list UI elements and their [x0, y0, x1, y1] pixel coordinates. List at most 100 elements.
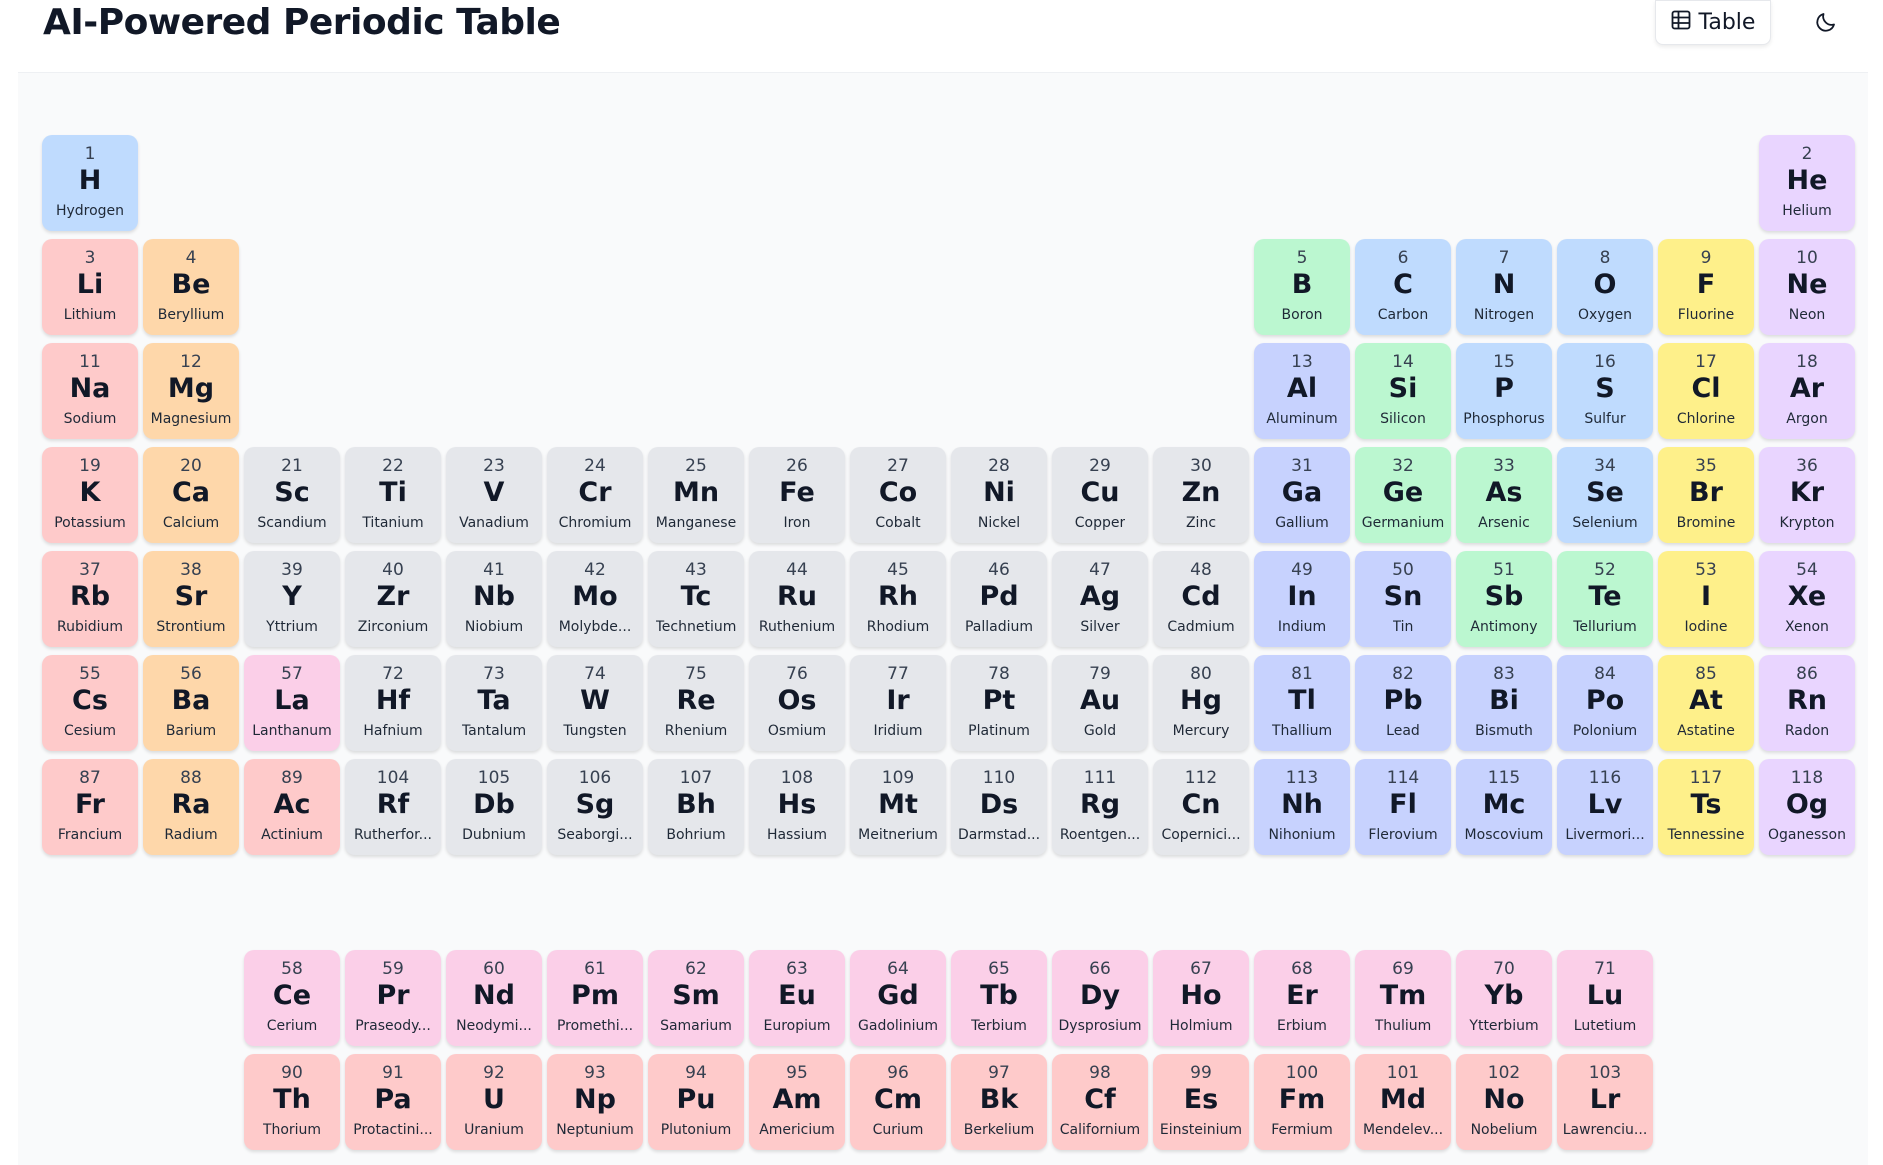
element-tile-er[interactable]: 68 Er Erbium — [1254, 950, 1350, 1046]
element-tile-f[interactable]: 9 F Fluorine — [1658, 239, 1754, 335]
element-tile-sg[interactable]: 106 Sg Seaborgi... — [547, 759, 643, 855]
element-tile-tm[interactable]: 69 Tm Thulium — [1355, 950, 1451, 1046]
element-tile-se[interactable]: 34 Se Selenium — [1557, 447, 1653, 543]
element-tile-k[interactable]: 19 K Potassium — [42, 447, 138, 543]
element-tile-lu[interactable]: 71 Lu Lutetium — [1557, 950, 1653, 1046]
element-tile-ho[interactable]: 67 Ho Holmium — [1153, 950, 1249, 1046]
element-tile-hg[interactable]: 80 Hg Mercury — [1153, 655, 1249, 751]
element-tile-na[interactable]: 11 Na Sodium — [42, 343, 138, 439]
element-tile-co[interactable]: 27 Co Cobalt — [850, 447, 946, 543]
element-tile-ag[interactable]: 47 Ag Silver — [1052, 551, 1148, 647]
element-tile-nd[interactable]: 60 Nd Neodymi... — [446, 950, 542, 1046]
element-tile-he[interactable]: 2 He Helium — [1759, 135, 1855, 231]
element-tile-os[interactable]: 76 Os Osmium — [749, 655, 845, 751]
element-tile-ne[interactable]: 10 Ne Neon — [1759, 239, 1855, 335]
element-tile-ir[interactable]: 77 Ir Iridium — [850, 655, 946, 751]
element-tile-zn[interactable]: 30 Zn Zinc — [1153, 447, 1249, 543]
element-tile-ni[interactable]: 28 Ni Nickel — [951, 447, 1047, 543]
element-tile-pd[interactable]: 46 Pd Palladium — [951, 551, 1047, 647]
element-tile-db[interactable]: 105 Db Dubnium — [446, 759, 542, 855]
element-tile-br[interactable]: 35 Br Bromine — [1658, 447, 1754, 543]
element-tile-pu[interactable]: 94 Pu Plutonium — [648, 1054, 744, 1150]
element-tile-c[interactable]: 6 C Carbon — [1355, 239, 1451, 335]
element-tile-cf[interactable]: 98 Cf Californium — [1052, 1054, 1148, 1150]
element-tile-pa[interactable]: 91 Pa Protactini... — [345, 1054, 441, 1150]
element-tile-nh[interactable]: 113 Nh Nihonium — [1254, 759, 1350, 855]
element-tile-cn[interactable]: 112 Cn Copernici... — [1153, 759, 1249, 855]
element-tile-be[interactable]: 4 Be Beryllium — [143, 239, 239, 335]
element-tile-kr[interactable]: 36 Kr Krypton — [1759, 447, 1855, 543]
element-tile-y[interactable]: 39 Y Yttrium — [244, 551, 340, 647]
element-tile-fr[interactable]: 87 Fr Francium — [42, 759, 138, 855]
element-tile-am[interactable]: 95 Am Americium — [749, 1054, 845, 1150]
element-tile-s[interactable]: 16 S Sulfur — [1557, 343, 1653, 439]
element-tile-v[interactable]: 23 V Vanadium — [446, 447, 542, 543]
element-tile-mc[interactable]: 115 Mc Moscovium — [1456, 759, 1552, 855]
element-tile-mo[interactable]: 42 Mo Molybde... — [547, 551, 643, 647]
element-tile-p[interactable]: 15 P Phosphorus — [1456, 343, 1552, 439]
element-tile-lv[interactable]: 116 Lv Livermori... — [1557, 759, 1653, 855]
element-tile-zr[interactable]: 40 Zr Zirconium — [345, 551, 441, 647]
element-tile-u[interactable]: 92 U Uranium — [446, 1054, 542, 1150]
element-tile-i[interactable]: 53 I Iodine — [1658, 551, 1754, 647]
element-tile-au[interactable]: 79 Au Gold — [1052, 655, 1148, 751]
element-tile-np[interactable]: 93 Np Neptunium — [547, 1054, 643, 1150]
element-tile-ba[interactable]: 56 Ba Barium — [143, 655, 239, 751]
element-tile-lr[interactable]: 103 Lr Lawrenciu... — [1557, 1054, 1653, 1150]
element-tile-rf[interactable]: 104 Rf Rutherfor... — [345, 759, 441, 855]
element-tile-tb[interactable]: 65 Tb Terbium — [951, 950, 1047, 1046]
element-tile-bh[interactable]: 107 Bh Bohrium — [648, 759, 744, 855]
element-tile-mn[interactable]: 25 Mn Manganese — [648, 447, 744, 543]
element-tile-xe[interactable]: 54 Xe Xenon — [1759, 551, 1855, 647]
element-tile-og[interactable]: 118 Og Oganesson — [1759, 759, 1855, 855]
element-tile-o[interactable]: 8 O Oxygen — [1557, 239, 1653, 335]
element-tile-ts[interactable]: 117 Ts Tennessine — [1658, 759, 1754, 855]
element-tile-cd[interactable]: 48 Cd Cadmium — [1153, 551, 1249, 647]
element-tile-cl[interactable]: 17 Cl Chlorine — [1658, 343, 1754, 439]
element-tile-sr[interactable]: 38 Sr Strontium — [143, 551, 239, 647]
element-tile-gd[interactable]: 64 Gd Gadolinium — [850, 950, 946, 1046]
element-tile-th[interactable]: 90 Th Thorium — [244, 1054, 340, 1150]
element-tile-eu[interactable]: 63 Eu Europium — [749, 950, 845, 1046]
element-tile-ta[interactable]: 73 Ta Tantalum — [446, 655, 542, 751]
element-tile-fm[interactable]: 100 Fm Fermium — [1254, 1054, 1350, 1150]
element-tile-bi[interactable]: 83 Bi Bismuth — [1456, 655, 1552, 751]
element-tile-rh[interactable]: 45 Rh Rhodium — [850, 551, 946, 647]
element-tile-ce[interactable]: 58 Ce Cerium — [244, 950, 340, 1046]
element-tile-bk[interactable]: 97 Bk Berkelium — [951, 1054, 1047, 1150]
element-tile-b[interactable]: 5 B Boron — [1254, 239, 1350, 335]
element-tile-es[interactable]: 99 Es Einsteinium — [1153, 1054, 1249, 1150]
element-tile-n[interactable]: 7 N Nitrogen — [1456, 239, 1552, 335]
table-view-button[interactable]: Table — [1655, 0, 1771, 45]
element-tile-sc[interactable]: 21 Sc Scandium — [244, 447, 340, 543]
element-tile-pm[interactable]: 61 Pm Promethi... — [547, 950, 643, 1046]
element-tile-pr[interactable]: 59 Pr Praseody... — [345, 950, 441, 1046]
element-tile-ca[interactable]: 20 Ca Calcium — [143, 447, 239, 543]
element-tile-li[interactable]: 3 Li Lithium — [42, 239, 138, 335]
element-tile-ti[interactable]: 22 Ti Titanium — [345, 447, 441, 543]
element-tile-no[interactable]: 102 No Nobelium — [1456, 1054, 1552, 1150]
element-tile-ga[interactable]: 31 Ga Gallium — [1254, 447, 1350, 543]
element-tile-h[interactable]: 1 H Hydrogen — [42, 135, 138, 231]
element-tile-ds[interactable]: 110 Ds Darmstad... — [951, 759, 1047, 855]
element-tile-la[interactable]: 57 La Lanthanum — [244, 655, 340, 751]
element-tile-rn[interactable]: 86 Rn Radon — [1759, 655, 1855, 751]
element-tile-ac[interactable]: 89 Ac Actinium — [244, 759, 340, 855]
element-tile-rg[interactable]: 111 Rg Roentgen... — [1052, 759, 1148, 855]
element-tile-si[interactable]: 14 Si Silicon — [1355, 343, 1451, 439]
element-tile-fl[interactable]: 114 Fl Flerovium — [1355, 759, 1451, 855]
element-tile-ge[interactable]: 32 Ge Germanium — [1355, 447, 1451, 543]
element-tile-mg[interactable]: 12 Mg Magnesium — [143, 343, 239, 439]
element-tile-tc[interactable]: 43 Tc Technetium — [648, 551, 744, 647]
element-tile-sb[interactable]: 51 Sb Antimony — [1456, 551, 1552, 647]
element-tile-ru[interactable]: 44 Ru Ruthenium — [749, 551, 845, 647]
element-tile-dy[interactable]: 66 Dy Dysprosium — [1052, 950, 1148, 1046]
element-tile-ra[interactable]: 88 Ra Radium — [143, 759, 239, 855]
element-tile-ar[interactable]: 18 Ar Argon — [1759, 343, 1855, 439]
element-tile-al[interactable]: 13 Al Aluminum — [1254, 343, 1350, 439]
element-tile-yb[interactable]: 70 Yb Ytterbium — [1456, 950, 1552, 1046]
element-tile-md[interactable]: 101 Md Mendelev... — [1355, 1054, 1451, 1150]
element-tile-at[interactable]: 85 At Astatine — [1658, 655, 1754, 751]
theme-toggle-button[interactable] — [1808, 6, 1844, 42]
element-tile-in[interactable]: 49 In Indium — [1254, 551, 1350, 647]
